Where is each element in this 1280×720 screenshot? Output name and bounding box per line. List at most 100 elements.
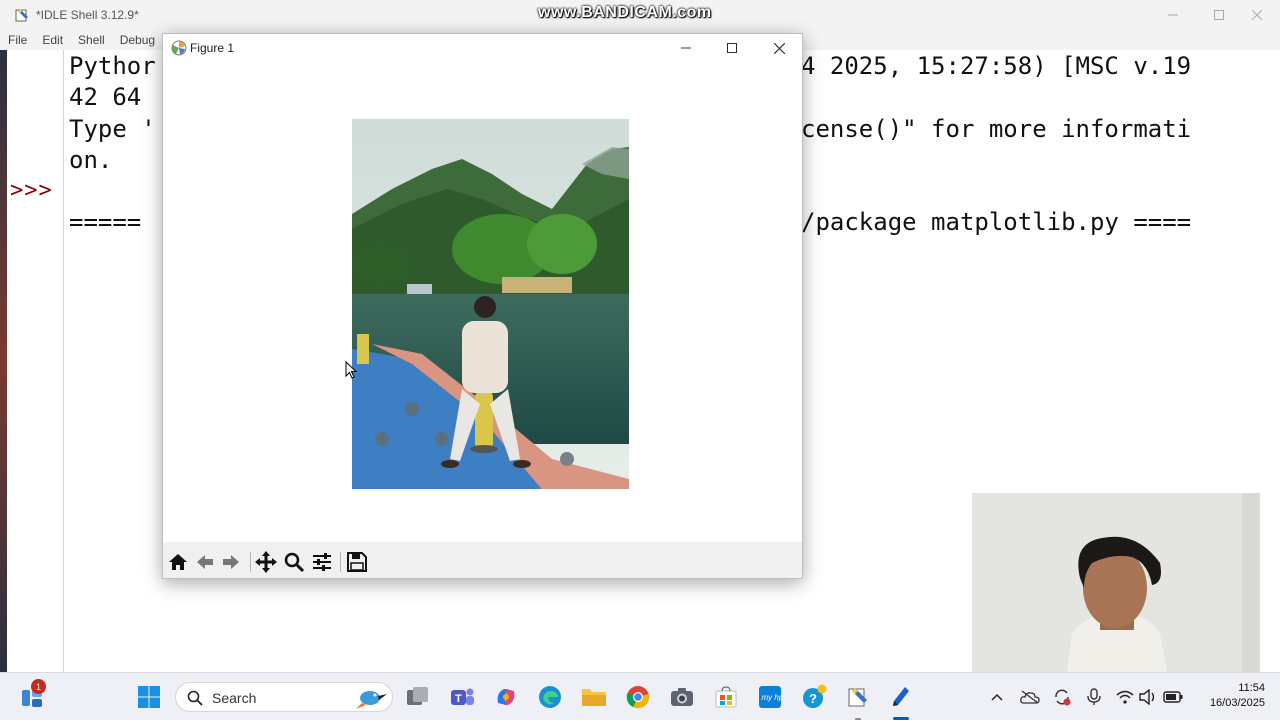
shell-line: ===== [69,208,142,236]
save-icon [347,552,367,572]
toolbar-separator [250,552,251,572]
svg-text:?: ? [809,691,817,706]
forward-arrow-icon [223,555,239,569]
start-button[interactable] [135,683,163,711]
maximize-icon [727,43,737,53]
shell-sidebar-gutter [0,50,64,672]
figure-close-button[interactable] [756,34,802,62]
figure-title-bar[interactable]: Figure 1 [163,34,802,62]
chrome-button[interactable] [624,683,652,711]
bandicam-watermark: www.BANDICAM.com [538,4,712,21]
shell-line: Type ' [69,115,156,143]
menu-edit[interactable]: Edit [34,30,70,50]
taskbar-clock[interactable]: 11:54 16/03/2025 [1193,681,1265,711]
file-explorer-icon [582,689,606,706]
minimize-icon [681,47,691,49]
pen-app-button[interactable] [887,683,915,711]
battery-tray-button[interactable] [1163,687,1183,707]
show-hidden-icons-button[interactable] [987,687,1007,707]
task-view-button[interactable] [404,683,432,711]
home-button[interactable] [166,550,190,574]
copilot-icon [497,689,515,705]
svg-text:T: T [455,693,462,705]
volume-tray-button[interactable] [1138,687,1158,707]
svg-text:my hp: my hp [762,693,783,702]
edge-icon [539,686,561,708]
close-icon [773,42,785,54]
hp-app-button[interactable]: my hp [756,683,784,711]
clock-date: 16/03/2025 [1209,697,1265,709]
sync-icon [1055,689,1071,706]
microphone-tray-button[interactable] [1084,687,1104,707]
taskbar-search-box[interactable]: Search [175,682,393,712]
configure-subplots-icon [313,553,331,571]
mic-icon [1087,688,1101,705]
close-icon [1252,10,1262,20]
store-icon [715,686,737,708]
zoom-button[interactable] [282,550,306,574]
battery-icon [1163,691,1183,703]
menu-debug[interactable]: Debug [112,30,162,50]
taskbar: 1 Search T my hp ? 11:54 16/03/2025 [0,672,1280,720]
minimize-icon [1168,14,1178,16]
store-button[interactable] [712,683,740,711]
clock-time: 11:54 [1238,682,1265,694]
figure-window: Figure 1 [162,33,803,579]
edge-button[interactable] [536,683,564,711]
camera-icon [671,688,693,706]
zoom-icon [284,552,304,572]
figure-title: Figure 1 [190,41,235,55]
toolbar-separator [340,552,341,572]
mouse-cursor-icon [345,361,357,379]
home-icon [169,554,187,570]
back-button[interactable] [193,550,217,574]
hp-icon: my hp [759,686,783,708]
figure-navigation-toolbar [163,542,802,578]
pen-app-icon [893,687,909,706]
chevron-up-icon [991,693,1003,701]
shell-line: Pythor [69,52,156,80]
idle-app-icon [15,9,28,22]
configure-subplots-button[interactable] [310,550,334,574]
camera-button[interactable] [668,683,696,711]
volume-icon [1139,689,1155,705]
pan-button[interactable] [254,550,278,574]
get-help-button[interactable]: ? [800,683,828,711]
shell-prompt: >>> [10,178,53,203]
close-button[interactable] [1234,0,1280,30]
shell-line: on. [69,146,113,174]
matplotlib-icon [171,40,187,56]
forward-button[interactable] [219,550,243,574]
copilot-button[interactable] [492,683,520,711]
sync-tray-button[interactable] [1052,687,1072,707]
onedrive-tray-button[interactable] [1020,687,1040,707]
teams-button[interactable]: T [448,683,476,711]
webcam-overlay [972,493,1260,672]
search-icon [187,690,203,706]
idle-taskbar-button[interactable] [844,683,872,711]
chrome-icon [626,686,649,709]
shell-line: 42 64 [69,83,142,111]
save-button[interactable] [345,550,369,574]
idle-window-title: *IDLE Shell 3.12.9* [36,8,139,22]
displayed-photo [352,119,629,489]
shell-line: cense()" for more informati [801,115,1192,143]
menu-shell[interactable]: Shell [70,30,112,50]
figure-maximize-button[interactable] [709,34,755,62]
file-explorer-button[interactable] [580,683,608,711]
wifi-tray-button[interactable] [1115,687,1135,707]
desktop: *IDLE Shell 3.12.9* File Edit Shell Debu… [0,0,1280,720]
shell-line: /package matplotlib.py ==== [801,208,1192,236]
onedrive-icon [1020,690,1040,704]
start-icon [138,686,160,708]
minimize-button[interactable] [1150,0,1196,30]
shell-line: 4 2025, 15:27:58) [MSC v.19 [801,52,1192,80]
wifi-icon [1116,690,1134,704]
back-arrow-icon [197,555,213,569]
pan-icon [255,551,277,573]
notification-badge: 1 [31,679,46,694]
task-view-icon [407,687,428,705]
figure-minimize-button[interactable] [663,34,709,62]
search-highlight-bird-icon [356,691,387,709]
menu-file[interactable]: File [0,30,34,50]
